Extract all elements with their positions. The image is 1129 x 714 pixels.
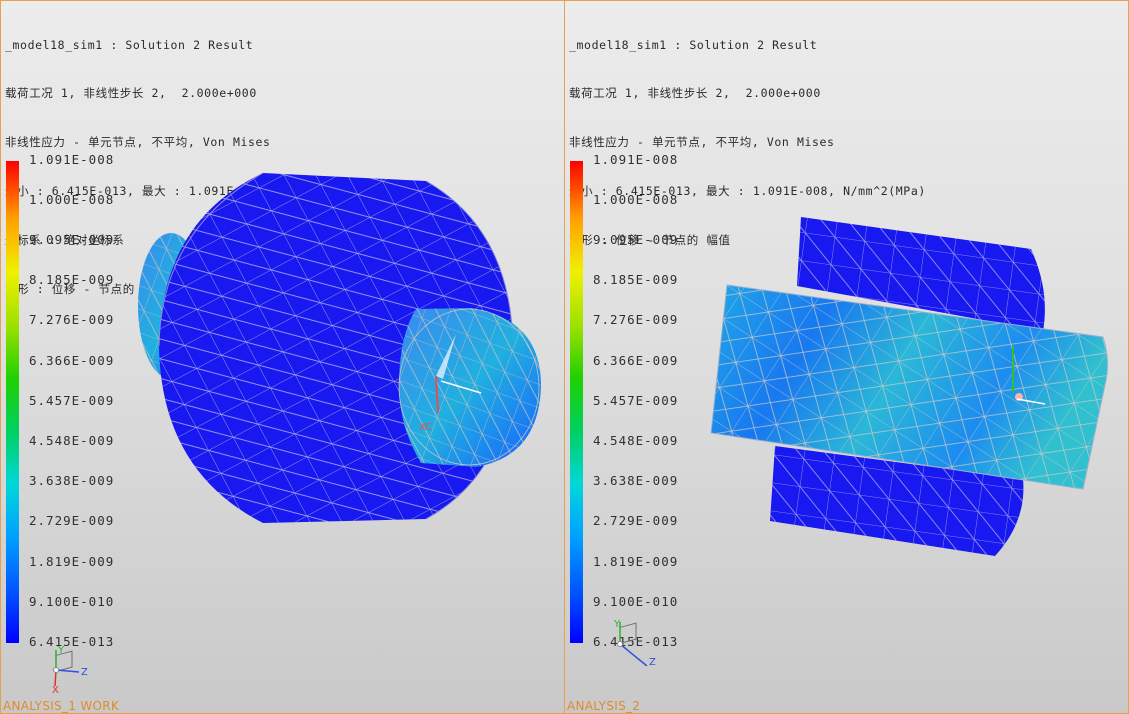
triad-z-label: Z bbox=[649, 657, 656, 666]
triad-z-label: Z bbox=[81, 667, 88, 678]
viewport-analysis-2[interactable]: _model18_sim1 : Solution 2 Result 载荷工况 1… bbox=[564, 0, 1129, 714]
triad-y-label: Y bbox=[57, 646, 65, 656]
fem-section-view[interactable] bbox=[565, 1, 1129, 714]
view-triad[interactable]: Y Z bbox=[603, 618, 663, 666]
view-triad[interactable]: Y Z X bbox=[39, 646, 99, 694]
right-shaft: XC bbox=[398, 308, 541, 467]
section-plane bbox=[710, 284, 1109, 490]
triad-y-label: Y bbox=[613, 619, 621, 630]
viewport-analysis-1[interactable]: _model18_sim1 : Solution 2 Result 载荷工况 1… bbox=[0, 0, 565, 714]
fem-model-view[interactable]: XC bbox=[1, 1, 565, 714]
viewport-title: ANALYSIS_1 WORK bbox=[3, 699, 120, 713]
model-csys-label: XC bbox=[419, 422, 432, 433]
viewport-title: ANALYSIS_2 bbox=[567, 699, 641, 713]
triad-x-label: X bbox=[52, 685, 59, 694]
